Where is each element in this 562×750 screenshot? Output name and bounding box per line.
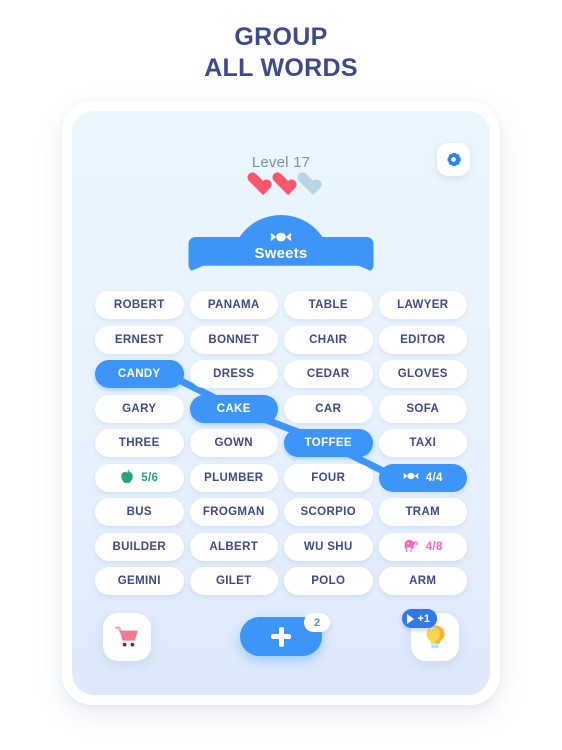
word-chip-builder[interactable]: BUILDER xyxy=(95,532,184,561)
grid-row: 5/6 PLUMBER FOUR 4/4 xyxy=(95,463,467,492)
word-chip-editor[interactable]: EDITOR xyxy=(378,325,467,354)
category-banner: Sweets xyxy=(72,215,490,272)
page-title: GROUP ALL WORDS xyxy=(0,0,562,85)
word-chip-arm[interactable]: ARM xyxy=(378,567,467,595)
level-label: Level 17 xyxy=(251,154,311,171)
plus-icon xyxy=(271,626,291,647)
word-chip-frogman[interactable]: FROGMAN xyxy=(189,498,278,526)
counter-chip-elephant-value: 4/8 xyxy=(425,540,443,553)
grid-row: BUS FROGMAN SCORPIO TRAM xyxy=(95,498,467,526)
word-chip-toffee[interactable]: TOFFEE xyxy=(284,429,373,457)
apple-icon xyxy=(120,469,134,487)
word-chip-ernest[interactable]: ERNEST xyxy=(95,325,184,354)
word-chip-tram[interactable]: TRAM xyxy=(378,498,467,526)
counter-chip-apple[interactable]: 5/6 xyxy=(95,463,184,492)
grid-row: ERNEST BONNET CHAIR EDITOR xyxy=(95,325,467,354)
word-chip-candy[interactable]: CANDY xyxy=(95,360,184,388)
grid-row: CANDY DRESS CEDAR GLOVES xyxy=(95,360,467,388)
heart-icon-2 xyxy=(272,173,290,190)
word-chip-bonnet[interactable]: BONNET xyxy=(189,325,278,354)
elephant-icon xyxy=(403,538,419,556)
word-chip-sofa[interactable]: SOFA xyxy=(378,394,467,423)
settings-button[interactable] xyxy=(437,143,470,176)
word-chip-gown[interactable]: GOWN xyxy=(189,429,278,457)
word-chip-cedar[interactable]: CEDAR xyxy=(284,360,373,388)
word-chip-four[interactable]: FOUR xyxy=(284,463,373,492)
heart-icon-3 xyxy=(297,173,315,190)
grid-row: ROBERT PANAMA TABLE LAWYER xyxy=(95,291,467,319)
word-chip-panama[interactable]: PANAMA xyxy=(189,291,278,319)
grid-row: BUILDER ALBERT WU SHU 4/8 xyxy=(95,532,467,561)
word-chip-dress[interactable]: DRESS xyxy=(189,360,278,388)
word-chip-chair[interactable]: CHAIR xyxy=(284,325,373,354)
lives-indicator xyxy=(72,173,490,190)
add-words-button[interactable]: 2 xyxy=(240,613,330,656)
page-title-line-2: ALL WORDS xyxy=(204,54,358,83)
shop-button[interactable] xyxy=(103,613,151,661)
word-chip-polo[interactable]: POLO xyxy=(284,567,373,595)
candy-icon xyxy=(403,470,419,485)
counter-chip-candy[interactable]: 4/4 xyxy=(378,463,467,492)
word-chip-car[interactable]: CAR xyxy=(284,394,373,423)
word-chip-table[interactable]: TABLE xyxy=(284,291,373,319)
hint-button[interactable]: +1 xyxy=(402,609,459,661)
counter-chip-apple-value: 5/6 xyxy=(141,471,159,484)
word-chip-taxi[interactable]: TAXI xyxy=(378,429,467,457)
word-chip-gilet[interactable]: GILET xyxy=(189,567,278,595)
game-card: Level 17 Sweets ROBERT PANAMA TABLE LAWY… xyxy=(62,101,500,705)
word-chip-bus[interactable]: BUS xyxy=(95,498,184,526)
word-grid: ROBERT PANAMA TABLE LAWYER ERNEST BONNET… xyxy=(95,291,467,595)
counter-chip-elephant[interactable]: 4/8 xyxy=(378,532,467,561)
grid-row: THREE GOWN TOFFEE TAXI xyxy=(95,429,467,457)
word-chip-cake[interactable]: CAKE xyxy=(189,394,278,423)
game-card-inner: Level 17 Sweets ROBERT PANAMA TABLE LAWY… xyxy=(72,111,490,695)
heart-icon-1 xyxy=(247,173,265,190)
word-chip-scorpio[interactable]: SCORPIO xyxy=(284,498,373,526)
word-chip-gary[interactable]: GARY xyxy=(95,394,184,423)
word-chip-albert[interactable]: ALBERT xyxy=(189,532,278,561)
grid-row: GARY CAKE CAR SOFA xyxy=(95,394,467,423)
banner-category-label: Sweets xyxy=(254,245,308,262)
grid-row: GEMINI GILET POLO ARM xyxy=(95,567,467,595)
hint-badge-label: +1 xyxy=(417,612,430,625)
counter-chip-candy-value: 4/4 xyxy=(425,471,443,484)
word-chip-gemini[interactable]: GEMINI xyxy=(95,567,184,595)
word-chip-plumber[interactable]: PLUMBER xyxy=(189,463,278,492)
play-icon xyxy=(407,613,415,624)
bottom-action-bar: 2 +1 xyxy=(72,609,490,663)
hint-video-badge: +1 xyxy=(402,609,437,628)
gear-icon xyxy=(447,152,461,167)
add-words-badge: 2 xyxy=(304,613,330,632)
shopping-cart-icon xyxy=(114,626,138,647)
word-chip-gloves[interactable]: GLOVES xyxy=(378,360,467,388)
page-title-line-1: GROUP xyxy=(234,23,328,51)
word-chip-wu-shu[interactable]: WU SHU xyxy=(284,532,373,561)
word-chip-three[interactable]: THREE xyxy=(95,429,184,457)
word-chip-lawyer[interactable]: LAWYER xyxy=(378,291,467,319)
word-chip-robert[interactable]: ROBERT xyxy=(95,291,184,319)
